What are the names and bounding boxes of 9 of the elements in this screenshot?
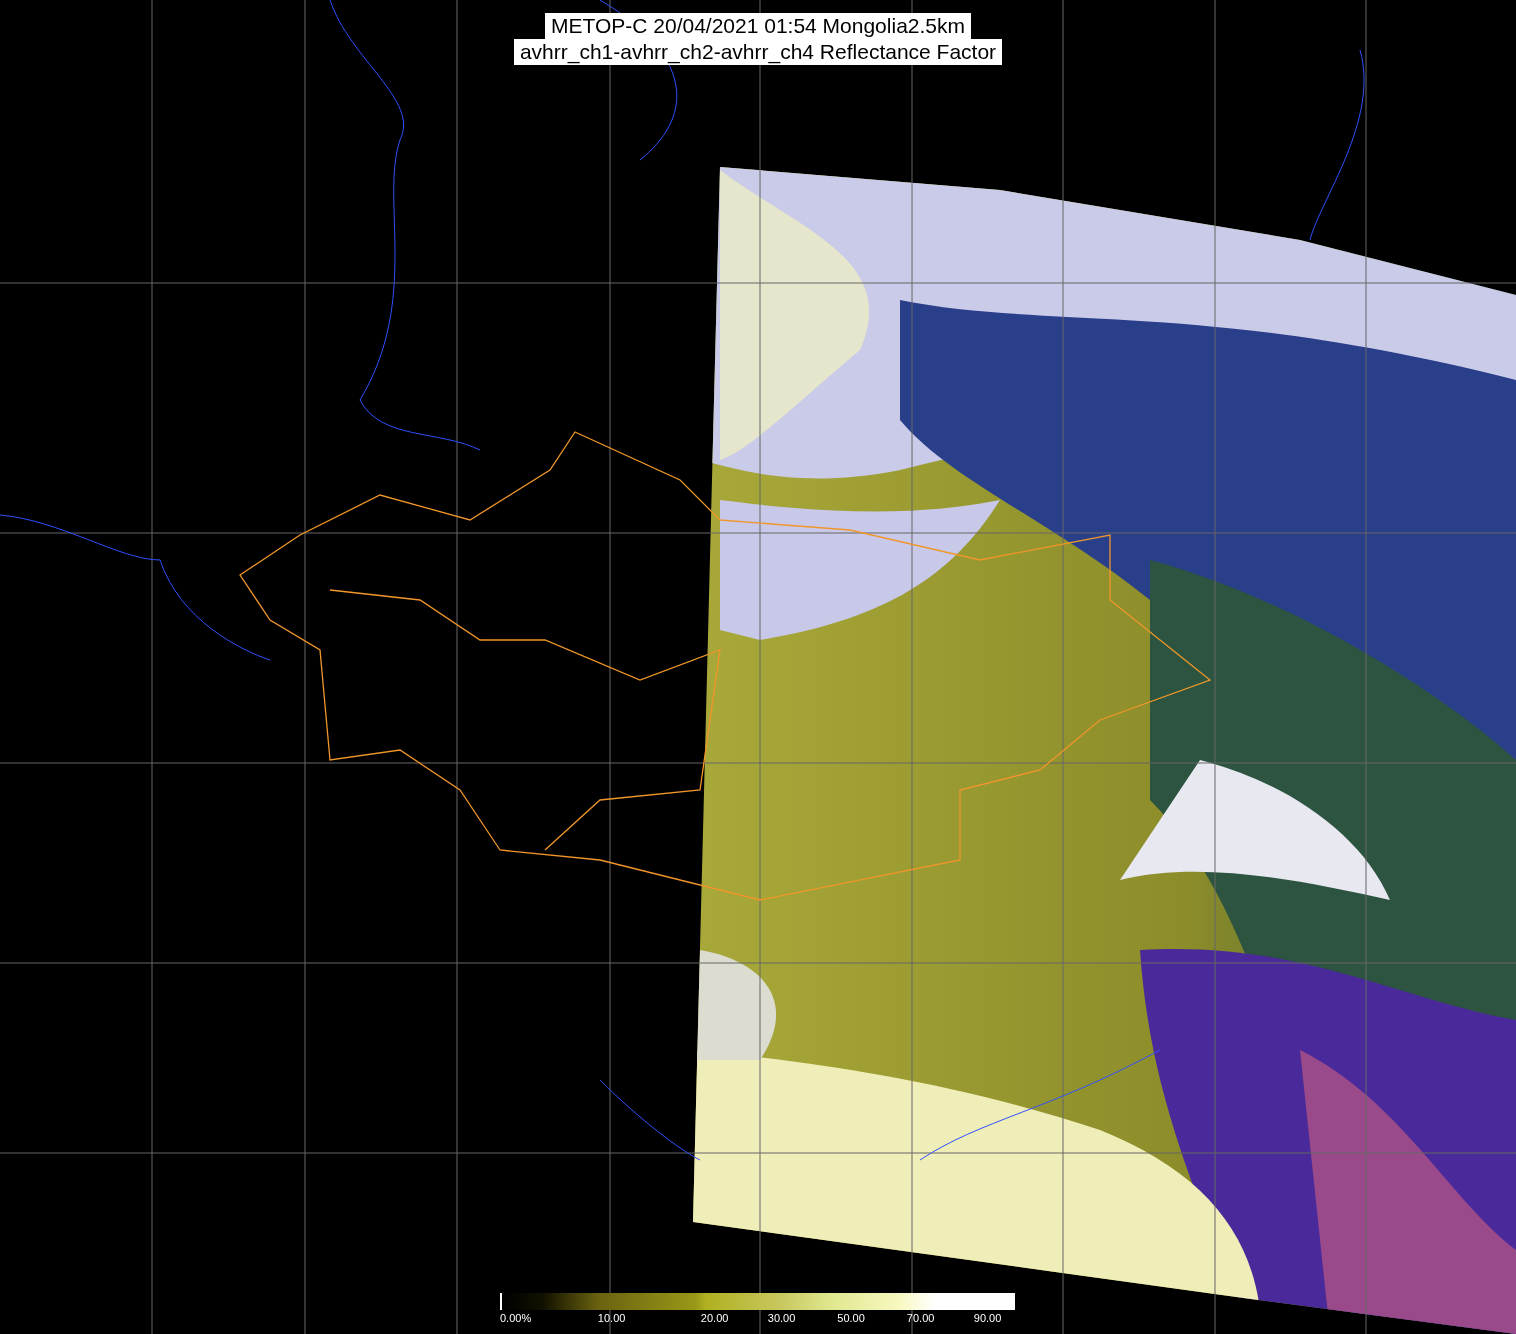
colorbar-label: 50.00 bbox=[837, 1312, 865, 1324]
colorbar-label: 20.00 bbox=[700, 1312, 729, 1324]
colorbar-label: 10.00 bbox=[597, 1312, 626, 1324]
colorbar-label: 0.00% bbox=[500, 1312, 532, 1324]
map-title: avhrr_ch1-avhrr_ch2-avhrr_ch4 Reflectance Factor bbox=[513, 39, 1003, 65]
colorbar-label: 70.00 bbox=[906, 1312, 935, 1324]
colorbar-label: 30.00 bbox=[767, 1312, 796, 1324]
colorbar-label: 90.00 bbox=[973, 1312, 1002, 1324]
map-title: METOP-C 20/04/2021 01:54 Mongolia2.5km bbox=[545, 13, 971, 39]
